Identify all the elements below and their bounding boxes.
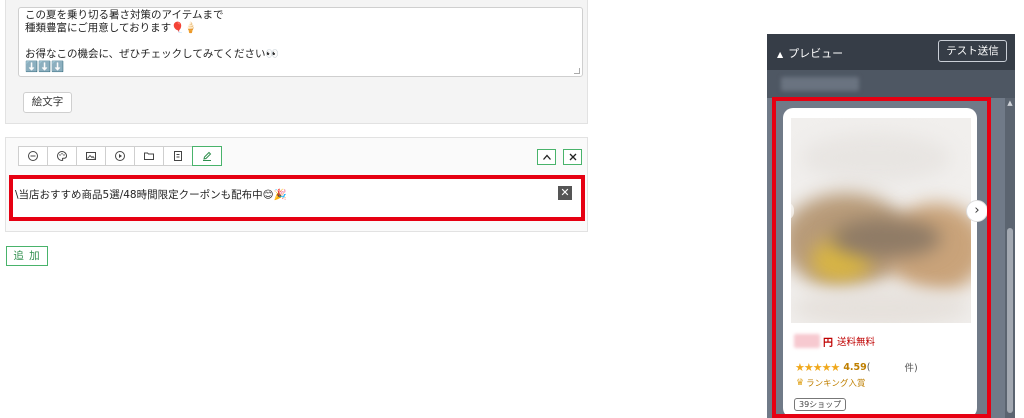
clear-input-icon[interactable]: ✕ xyxy=(558,186,572,200)
minus-circle-icon[interactable] xyxy=(18,146,48,166)
preview-scrollbar[interactable]: ▲ xyxy=(1005,98,1015,418)
scroll-thumb[interactable] xyxy=(1007,228,1013,413)
palette-icon[interactable] xyxy=(47,146,77,166)
message-line: この夏を乗り切る暑さ対策のアイテムまで xyxy=(25,9,224,21)
card-text-value: \当店おすすめ商品5選/48時間限定クーポンも配布中😊🎉 xyxy=(15,189,287,201)
preview-title: プレビュー xyxy=(788,47,844,60)
preview-account-bar xyxy=(767,70,1015,98)
preview-toggle[interactable]: ▲ プレビュー xyxy=(777,45,843,61)
message-block: この夏を乗り切る暑さ対策のアイテムまで 種類豊富にご用意しております🎈🍦 お得な… xyxy=(5,0,588,124)
test-send-button[interactable]: テスト送信 xyxy=(938,40,1007,62)
highlight-frame xyxy=(772,97,991,418)
message-line: 種類豊富にご用意しております🎈🍦 xyxy=(25,22,198,34)
preview-header: ▲ プレビュー テスト送信 xyxy=(767,34,1015,70)
resize-grip-icon[interactable] xyxy=(574,68,580,74)
message-line: お得なこの機会に、ぜひチェックしてみてください👀 xyxy=(25,48,279,60)
collapse-triangle-icon: ▲ xyxy=(777,50,784,59)
move-up-button[interactable] xyxy=(537,149,556,165)
remove-card-button[interactable] xyxy=(563,149,582,165)
blurred-account-name xyxy=(781,77,859,91)
card-text-input[interactable]: \当店おすすめ商品5選/48時間限定クーポンも配布中😊🎉 ✕ xyxy=(9,175,585,221)
add-button[interactable]: 追 加 xyxy=(6,246,48,266)
folder-icon[interactable] xyxy=(134,146,164,166)
play-icon[interactable] xyxy=(105,146,135,166)
message-line xyxy=(25,35,576,48)
message-textarea[interactable]: この夏を乗り切る暑さ対策のアイテムまで 種類豊富にご用意しております🎈🍦 お得な… xyxy=(18,7,583,77)
message-line: ⬇️⬇️⬇️ xyxy=(25,61,65,73)
scroll-up-icon[interactable]: ▲ xyxy=(1005,98,1015,108)
pencil-icon[interactable] xyxy=(192,146,222,166)
emoji-button[interactable]: 絵文字 xyxy=(23,92,72,113)
list-icon[interactable] xyxy=(163,146,193,166)
image-icon[interactable] xyxy=(76,146,106,166)
content-toolbar xyxy=(18,146,222,166)
